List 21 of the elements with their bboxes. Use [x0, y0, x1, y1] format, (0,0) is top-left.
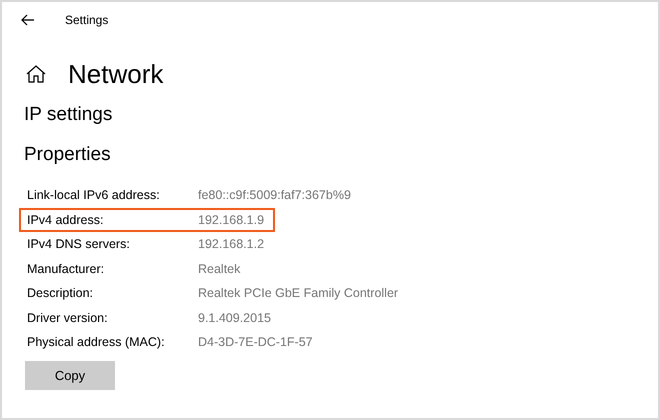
property-label: Physical address (MAC): — [27, 334, 166, 352]
property-value: 192.168.1.2 — [198, 236, 264, 254]
property-value: 9.1.409.2015 — [198, 310, 271, 327]
property-label: Link-local IPv6 address: — [27, 186, 161, 204]
property-value: 192.168.1.9 — [198, 212, 264, 229]
section-heading: Properties — [23, 143, 111, 167]
subtitle: IP settings — [23, 103, 112, 127]
back-icon — [21, 14, 35, 26]
property-label: Manufacturer: — [27, 260, 106, 278]
window-title: Settings — [65, 12, 108, 29]
property-label: Driver version: — [27, 310, 109, 327]
property-label: Description: — [27, 285, 94, 302]
property-label: IPv4 address: — [27, 212, 104, 229]
home-icon — [26, 65, 46, 83]
page-title: Network — [68, 58, 164, 90]
property-value: Realtek — [198, 260, 240, 278]
copy-button[interactable]: Copy — [25, 361, 115, 390]
property-value: D4-3D-7E-DC-1F-57 — [198, 334, 313, 352]
property-value: Realtek PCIe GbE Family Controller — [198, 285, 398, 302]
property-label: IPv4 DNS servers: — [27, 236, 131, 254]
property-value: fe80::c9f:5009:faf7:367b%9 — [198, 186, 351, 204]
